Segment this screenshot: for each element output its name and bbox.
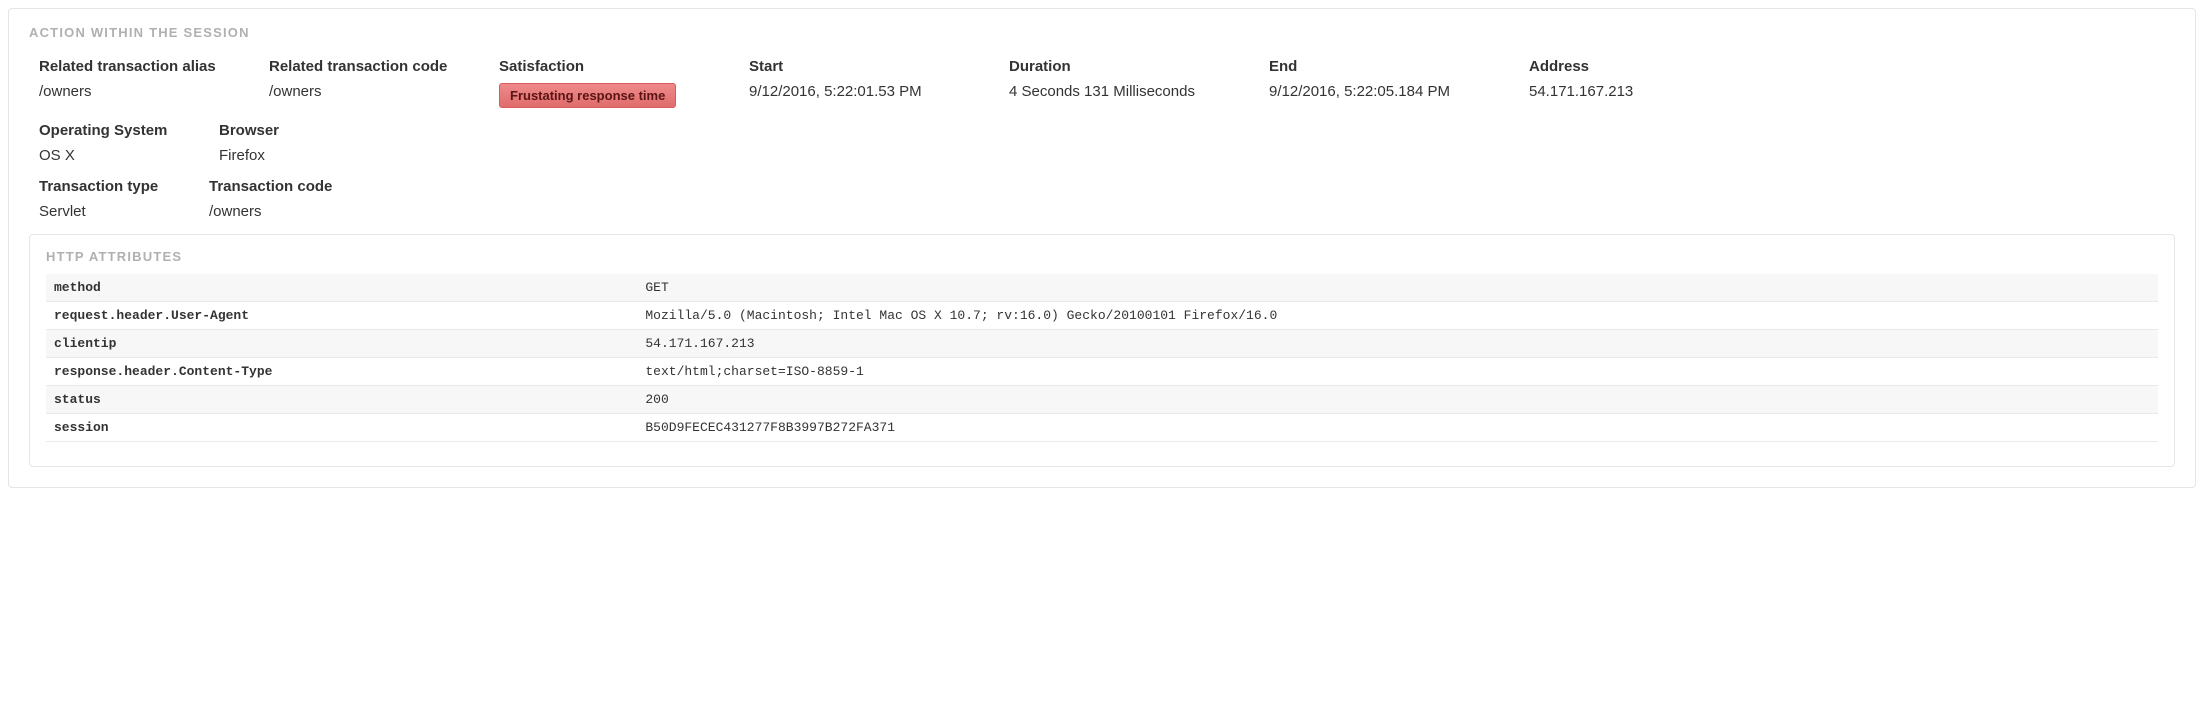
attr-key: clientip (46, 330, 637, 358)
http-attributes-table: method GET request.header.User-Agent Moz… (46, 274, 2158, 442)
attr-key: request.header.User-Agent (46, 302, 637, 330)
label-address: Address (1529, 58, 1689, 75)
value-tx-type: Servlet (39, 203, 179, 220)
label-browser: Browser (219, 122, 329, 139)
label-satisfaction: Satisfaction (499, 58, 719, 75)
field-os: Operating System OS X (39, 122, 189, 164)
satisfaction-badge: Frustating response time (499, 83, 676, 108)
label-related-alias: Related transaction alias (39, 58, 239, 75)
attr-value: B50D9FECEC431277F8B3997B272FA371 (637, 414, 2158, 442)
field-address: Address 54.171.167.213 (1529, 58, 1689, 100)
field-related-alias: Related transaction alias /owners (39, 58, 239, 100)
action-session-panel: ACTION WITHIN THE SESSION Related transa… (8, 8, 2196, 488)
value-browser: Firefox (219, 147, 329, 164)
label-os: Operating System (39, 122, 189, 139)
label-tx-type: Transaction type (39, 178, 179, 195)
summary-row-1: Related transaction alias /owners Relate… (39, 58, 2175, 108)
field-related-code: Related transaction code /owners (269, 58, 469, 100)
table-row: request.header.User-Agent Mozilla/5.0 (M… (46, 302, 2158, 330)
field-start: Start 9/12/2016, 5:22:01.53 PM (749, 58, 979, 100)
label-start: Start (749, 58, 979, 75)
label-duration: Duration (1009, 58, 1239, 75)
http-attributes-title: HTTP ATTRIBUTES (46, 249, 2158, 264)
label-end: End (1269, 58, 1499, 75)
label-tx-code: Transaction code (209, 178, 349, 195)
table-row: status 200 (46, 386, 2158, 414)
field-tx-code: Transaction code /owners (209, 178, 349, 220)
label-related-code: Related transaction code (269, 58, 469, 75)
table-row: response.header.Content-Type text/html;c… (46, 358, 2158, 386)
value-satisfaction: Frustating response time (499, 83, 719, 108)
summary-row-3: Transaction type Servlet Transaction cod… (39, 178, 2175, 220)
http-attributes-panel: HTTP ATTRIBUTES method GET request.heade… (29, 234, 2175, 467)
field-duration: Duration 4 Seconds 131 Milliseconds (1009, 58, 1239, 100)
field-satisfaction: Satisfaction Frustating response time (499, 58, 719, 108)
table-row: method GET (46, 274, 2158, 302)
attr-value: 54.171.167.213 (637, 330, 2158, 358)
attr-value: text/html;charset=ISO-8859-1 (637, 358, 2158, 386)
attr-key: response.header.Content-Type (46, 358, 637, 386)
attr-key: method (46, 274, 637, 302)
field-end: End 9/12/2016, 5:22:05.184 PM (1269, 58, 1499, 100)
attr-value: Mozilla/5.0 (Macintosh; Intel Mac OS X 1… (637, 302, 2158, 330)
summary-row-2: Operating System OS X Browser Firefox (39, 122, 2175, 164)
value-duration: 4 Seconds 131 Milliseconds (1009, 83, 1239, 100)
attr-value: 200 (637, 386, 2158, 414)
attr-key: status (46, 386, 637, 414)
table-row: clientip 54.171.167.213 (46, 330, 2158, 358)
fields-grid: Related transaction alias /owners Relate… (39, 58, 2175, 220)
field-browser: Browser Firefox (219, 122, 329, 164)
value-start: 9/12/2016, 5:22:01.53 PM (749, 83, 979, 100)
value-related-code: /owners (269, 83, 469, 100)
attr-value: GET (637, 274, 2158, 302)
value-os: OS X (39, 147, 189, 164)
value-end: 9/12/2016, 5:22:05.184 PM (1269, 83, 1499, 100)
table-row: session B50D9FECEC431277F8B3997B272FA371 (46, 414, 2158, 442)
value-tx-code: /owners (209, 203, 349, 220)
field-tx-type: Transaction type Servlet (39, 178, 179, 220)
value-related-alias: /owners (39, 83, 239, 100)
value-address: 54.171.167.213 (1529, 83, 1689, 100)
panel-title: ACTION WITHIN THE SESSION (29, 25, 2175, 40)
attr-key: session (46, 414, 637, 442)
